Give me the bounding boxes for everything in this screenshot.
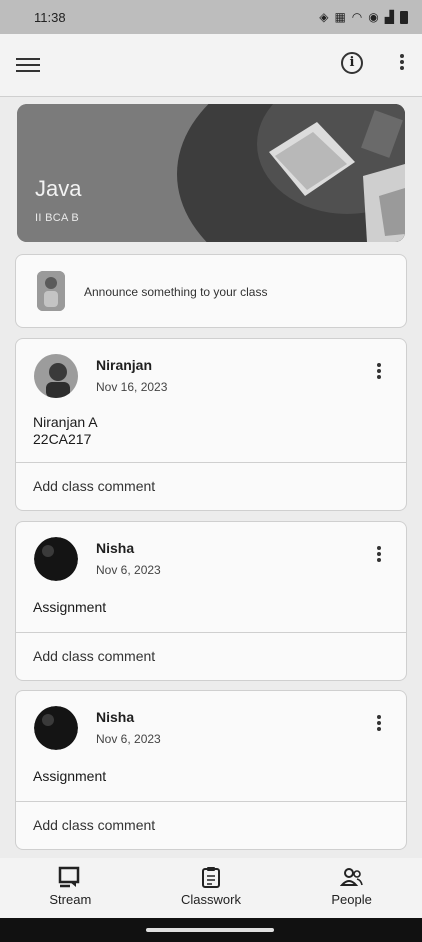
class-banner[interactable]: Java II BCA B	[17, 104, 405, 242]
class-title: Java	[35, 176, 82, 201]
post-more-options-icon[interactable]	[374, 544, 384, 568]
class-section: II BCA B	[35, 212, 79, 224]
people-icon	[339, 868, 363, 886]
app-bar: i	[0, 34, 422, 97]
add-class-comment[interactable]: Add class comment	[16, 801, 406, 849]
post-date: Nov 6, 2023	[96, 563, 161, 577]
bottom-navigation: Stream Classwork People	[0, 858, 422, 918]
status-bar: 11:38 ◈ ▦ ◠ ◉ ▟	[0, 0, 422, 34]
post-date: Nov 16, 2023	[96, 380, 168, 394]
data-speed-icon: ▦	[334, 10, 346, 24]
status-icons: ◈ ▦ ◠ ◉ ▟	[319, 10, 408, 24]
post-body-line: 22CA217	[33, 431, 92, 447]
battery-icon	[400, 10, 408, 24]
menu-icon[interactable]	[16, 54, 40, 76]
announce-box[interactable]: Announce something to your class	[15, 254, 407, 328]
post-body: Assignment	[33, 768, 107, 784]
add-class-comment[interactable]: Add class comment	[16, 462, 406, 510]
status-time: 11:38	[34, 9, 66, 25]
nav-label: Classwork	[181, 892, 241, 907]
author-avatar	[34, 706, 78, 750]
user-avatar	[37, 271, 65, 311]
nav-people[interactable]: People	[297, 858, 407, 907]
nav-stream[interactable]: Stream	[15, 858, 125, 907]
post-card: Nisha Nov 6, 2023 Assignment Add class c…	[15, 521, 407, 681]
announce-placeholder: Announce something to your class	[84, 285, 268, 299]
home-gesture-handle[interactable]	[146, 928, 274, 932]
wifi-icon: ◠	[351, 10, 363, 24]
location-icon: ◈	[319, 10, 329, 24]
nav-classwork[interactable]: Classwork	[156, 858, 266, 907]
post-body: Niranjan A 22CA217	[33, 414, 98, 448]
post-card: Niranjan Nov 16, 2023 Niranjan A 22CA217…	[15, 338, 407, 511]
post-card: Nisha Nov 6, 2023 Assignment Add class c…	[15, 690, 407, 850]
post-body-line: Niranjan A	[33, 414, 98, 430]
hotspot-icon: ◉	[368, 10, 379, 24]
info-icon[interactable]: i	[341, 52, 363, 74]
more-options-icon[interactable]	[398, 52, 406, 78]
post-more-options-icon[interactable]	[374, 361, 384, 385]
author-avatar	[34, 537, 78, 581]
author-avatar	[34, 354, 78, 398]
add-class-comment[interactable]: Add class comment	[16, 632, 406, 680]
post-more-options-icon[interactable]	[374, 713, 384, 737]
post-author: Nisha	[96, 540, 135, 556]
signal-icon: ▟	[384, 10, 394, 24]
classwork-icon	[201, 867, 220, 888]
post-body: Assignment	[33, 599, 107, 615]
system-gesture-bar	[0, 918, 422, 942]
nav-label: People	[331, 892, 372, 907]
post-author: Niranjan	[96, 357, 153, 373]
nav-label: Stream	[49, 892, 92, 907]
stream-icon	[59, 866, 80, 888]
post-date: Nov 6, 2023	[96, 732, 161, 746]
post-author: Nisha	[96, 709, 135, 725]
